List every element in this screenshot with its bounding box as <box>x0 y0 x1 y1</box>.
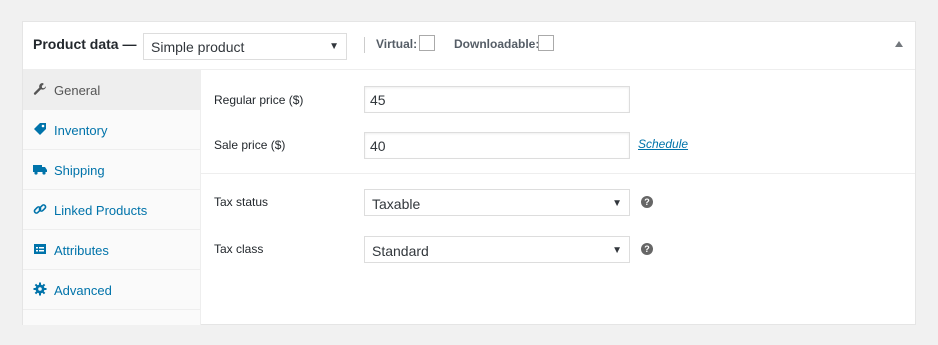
product-data-title: Product data — <box>33 36 137 52</box>
downloadable-label: Downloadable: <box>454 37 540 51</box>
tab-label: Linked Products <box>54 203 148 218</box>
product-data-header: Product data — Simple product ▼ Virtual:… <box>23 22 915 70</box>
list-icon <box>34 244 46 254</box>
tax-class-label: Tax class <box>214 242 264 256</box>
product-type-value: Simple product <box>151 39 245 55</box>
collapse-toggle-icon[interactable] <box>895 41 903 47</box>
wrench-icon <box>33 83 46 95</box>
tab-attributes[interactable]: Attributes <box>23 230 200 270</box>
link-icon <box>33 204 47 214</box>
tag-icon <box>34 123 46 135</box>
dropdown-arrow-icon: ▼ <box>612 198 622 209</box>
product-data-panel: Product data — Simple product ▼ Virtual:… <box>22 21 916 325</box>
regular-price-input[interactable] <box>364 86 630 113</box>
downloadable-checkbox[interactable] <box>538 35 554 51</box>
tab-inventory[interactable]: Inventory <box>23 110 200 150</box>
header-divider <box>364 37 365 53</box>
tax-status-label: Tax status <box>214 195 269 209</box>
product-type-select[interactable]: Simple product ▼ <box>143 33 347 60</box>
virtual-label: Virtual: <box>376 37 418 51</box>
truck-icon <box>33 165 47 175</box>
tab-linked-products[interactable]: Linked Products <box>23 190 200 230</box>
tab-advanced[interactable]: Advanced <box>23 270 200 310</box>
tab-general[interactable]: General <box>23 70 200 110</box>
tab-label: Shipping <box>54 163 105 178</box>
tax-status-value: Taxable <box>372 196 421 212</box>
tab-label: Attributes <box>54 243 109 258</box>
schedule-link[interactable]: Schedule <box>638 137 688 151</box>
tax-class-help-icon[interactable]: ? <box>641 243 653 255</box>
tab-label: Inventory <box>54 123 108 138</box>
pricing-fields: Regular price ($) Sale price ($) Schedul… <box>201 70 915 174</box>
product-data-tabs: General Inventory Shipping Linked Produc… <box>23 70 201 325</box>
tax-status-help-icon[interactable]: ? <box>641 196 653 208</box>
tax-class-value: Standard <box>372 243 429 259</box>
sale-price-label: Sale price ($) <box>214 138 286 152</box>
sale-price-input[interactable] <box>364 132 630 159</box>
tax-status-select[interactable]: Taxable ▼ <box>364 189 630 216</box>
regular-price-label: Regular price ($) <box>214 93 304 107</box>
dropdown-arrow-icon: ▼ <box>329 41 339 52</box>
tab-shipping[interactable]: Shipping <box>23 150 200 190</box>
tax-class-select[interactable]: Standard ▼ <box>364 236 630 263</box>
general-panel: Regular price ($) Sale price ($) Schedul… <box>201 70 915 325</box>
tab-label: Advanced <box>54 283 112 298</box>
dropdown-arrow-icon: ▼ <box>612 245 622 256</box>
virtual-checkbox[interactable] <box>419 35 435 51</box>
tab-label: General <box>54 83 101 98</box>
gear-icon <box>33 282 47 296</box>
